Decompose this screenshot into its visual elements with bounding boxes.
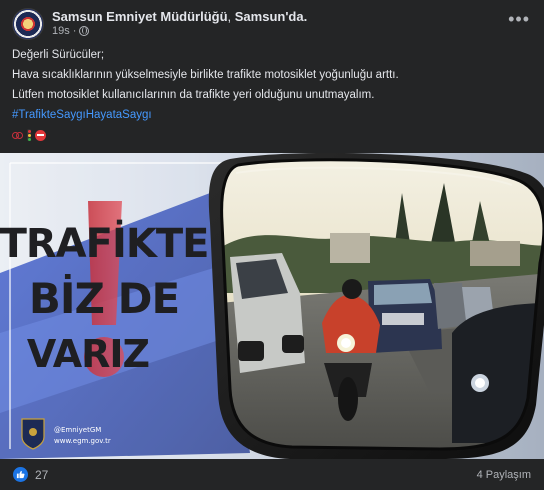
post-time[interactable]: 19s [52, 25, 70, 37]
headline-line-2: BİZ DE [29, 273, 179, 323]
motorcycle-emoji [12, 131, 23, 139]
headline-line-1: TRAFİKTE [0, 219, 208, 267]
meta-dot: · [72, 25, 77, 37]
share-count[interactable]: 4 Paylaşım [477, 469, 531, 481]
ellipsis-icon[interactable]: ••• [508, 10, 530, 28]
post-text: Değerli Sürücüler; Hava sıcaklıklarının … [12, 48, 532, 142]
campaign-poster: TRAFİKTE BİZ DE VARIZ @EmniyetGM www.egm… [0, 153, 544, 459]
author-name[interactable]: Samsun Emniyet Müdürlüğü [52, 9, 228, 24]
post-meta: 19s · [52, 25, 90, 37]
egm-website: www.egm.gov.tr [54, 437, 111, 445]
post-header: Samsun Emniyet Müdürlüğü, Samsun'da. 19s… [0, 0, 544, 44]
globe-icon [79, 26, 90, 36]
no-entry-emoji [35, 129, 46, 141]
author-location-sep: , [227, 9, 235, 24]
author-location[interactable]: Samsun'da. [235, 9, 307, 24]
headline-line-3: VARIZ [27, 332, 149, 376]
emoji-row [12, 128, 532, 142]
police-emblem-icon [21, 418, 45, 450]
traffic-light-emoji [27, 129, 31, 141]
hashtag-link[interactable]: #TrafikteSaygıHayataSaygı [12, 109, 152, 121]
post-image[interactable]: TRAFİKTE BİZ DE VARIZ @EmniyetGM www.egm… [0, 153, 544, 459]
post-footer: 27 4 Paylaşım [0, 459, 544, 490]
mirror-scene [221, 159, 544, 449]
like-reaction-icon[interactable] [13, 467, 28, 482]
author-line: Samsun Emniyet Müdürlüğü, Samsun'da. [52, 9, 307, 25]
like-count[interactable]: 27 [35, 468, 48, 482]
body-line-2: Lütfen motosiklet kullanıcılarının da tr… [12, 89, 375, 101]
body-line-1: Hava sıcaklıklarının yükselmesiyle birli… [12, 69, 399, 81]
greeting-text: Değerli Sürücüler; [12, 49, 105, 61]
page-avatar[interactable] [12, 8, 44, 40]
emnıyet-handle: @EmniyetGM [54, 426, 101, 434]
